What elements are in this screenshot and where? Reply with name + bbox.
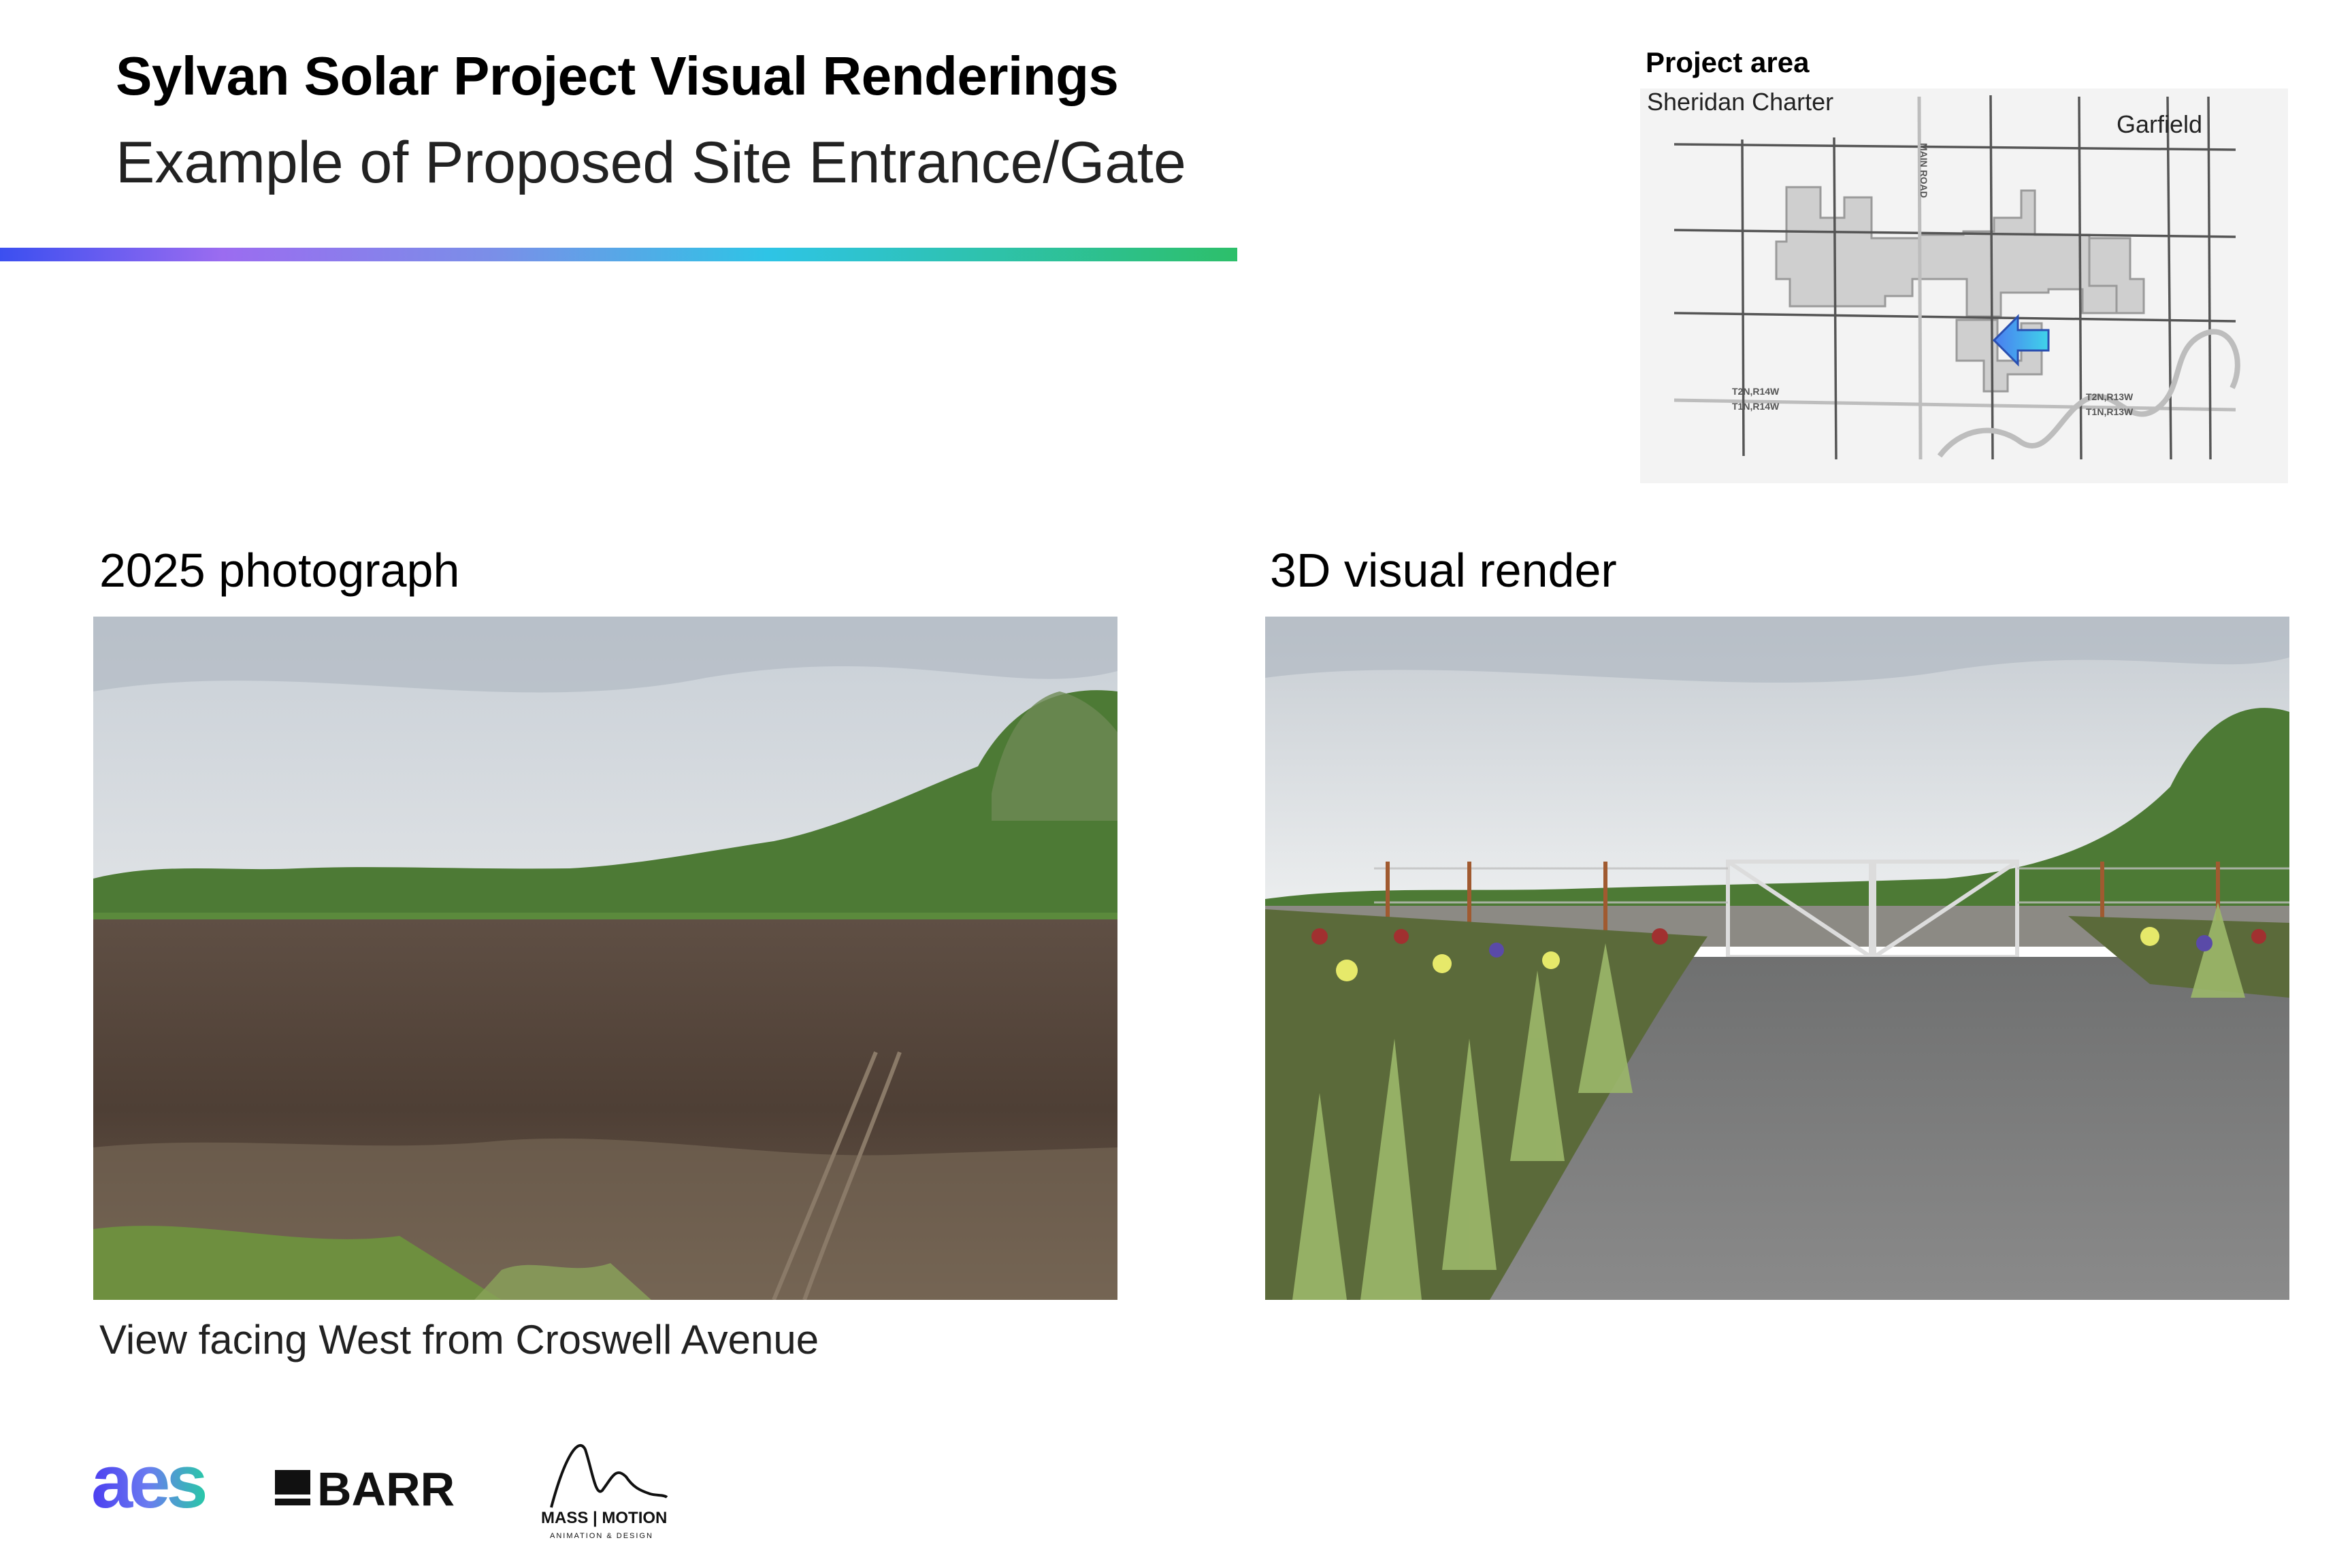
place-sheridan: Sheridan Charter xyxy=(1647,88,1833,116)
visual-render xyxy=(1265,617,2289,1300)
barr-logo-text: BARR xyxy=(317,1463,455,1511)
township-label-1: T2N,R14W xyxy=(1732,386,1780,397)
render-panel-label: 3D visual render xyxy=(1270,544,1617,597)
project-area-map: Sheridan Charter Garfield MAIN ROAD T2N,… xyxy=(1640,88,2288,483)
township-label-3: T2N,R13W xyxy=(2086,391,2134,402)
road-label: MAIN ROAD xyxy=(1918,143,1929,198)
gradient-divider xyxy=(0,248,1237,261)
site-photograph xyxy=(93,617,1117,1300)
page-subtitle: Example of Proposed Site Entrance/Gate xyxy=(116,130,1186,195)
map-drawing: Sheridan Charter Garfield MAIN ROAD T2N,… xyxy=(1647,88,2240,460)
project-parcels xyxy=(1775,186,2145,393)
photo-panel-label: 2025 photograph xyxy=(99,544,460,597)
barr-logo: BARR xyxy=(272,1463,490,1516)
mass-motion-text: MASS | MOTION xyxy=(541,1509,667,1527)
mass-motion-logo: MASS | MOTION ANIMATION & DESIGN xyxy=(538,1429,687,1548)
page-title: Sylvan Solar Project Visual Renderings xyxy=(116,46,1119,106)
place-garfield: Garfield xyxy=(2117,110,2202,138)
mass-motion-subtext: ANIMATION & DESIGN xyxy=(550,1532,653,1540)
map-title: Project area xyxy=(1646,46,1810,78)
aes-logo: aes xyxy=(91,1440,241,1524)
photo-caption: View facing West from Croswell Avenue xyxy=(99,1317,819,1362)
township-label-2: T1N,R14W xyxy=(1732,401,1780,412)
aes-logo-text: aes xyxy=(91,1443,205,1518)
township-label-4: T1N,R13W xyxy=(2086,406,2134,417)
